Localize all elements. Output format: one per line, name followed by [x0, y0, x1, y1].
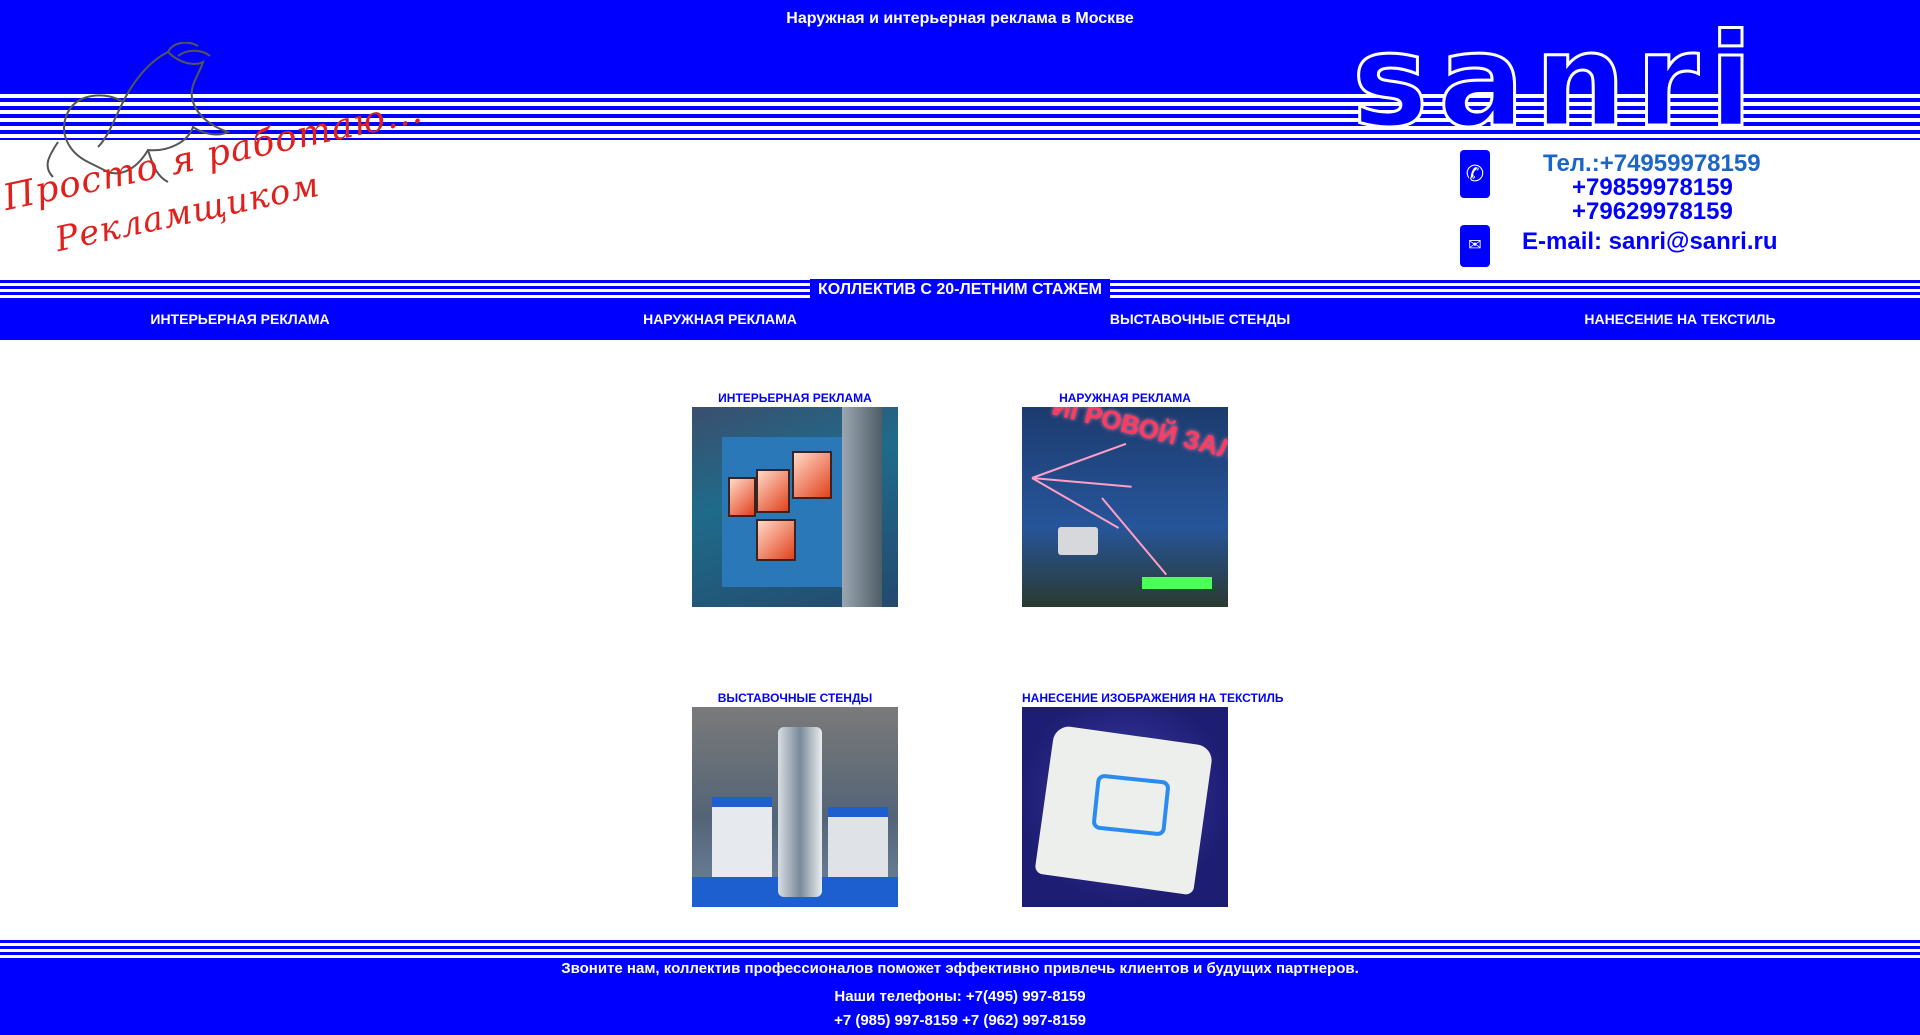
thumbnail-interior[interactable] — [692, 407, 898, 607]
thumb-panel — [728, 477, 756, 517]
nav-interior[interactable]: ИНТЕРЬЕРНАЯ РЕКЛАМА — [0, 300, 480, 340]
nav-textile[interactable]: НАНЕСЕНИЕ НА ТЕКСТИЛЬ — [1440, 300, 1920, 340]
email-link[interactable]: E-mail: sanri@sanri.ru — [1522, 228, 1777, 256]
phone-third[interactable]: +79629978159 — [1572, 198, 1733, 226]
catalog-item-interior: ИНТЕРЬЕРНАЯ РЕКЛАМА — [692, 390, 952, 607]
thumb-ray — [1101, 497, 1168, 576]
main-nav: ИНТЕРЬЕРНАЯ РЕКЛАМА НАРУЖНАЯ РЕКЛАМА ВЫС… — [0, 300, 1920, 340]
footer-stripes — [0, 940, 1920, 958]
nav-exhibition[interactable]: ВЫСТАВОЧНЫЕ СТЕНДЫ — [960, 300, 1440, 340]
thumb-column — [842, 407, 882, 607]
brand-logo[interactable]: sanri — [1351, 16, 1763, 147]
thumb-tower — [778, 727, 822, 897]
experience-badge: КОЛЛЕКТИВ С 20-ЛЕТНИМ СТАЖЕМ — [810, 279, 1110, 301]
thumb-panel — [756, 519, 796, 561]
thumb-sign-text: ИГРОВОЙ ЗАЛ — [1049, 407, 1228, 466]
thumb-panel — [792, 451, 832, 499]
phone-icon: ✆ — [1460, 150, 1490, 198]
site-footer: Звоните нам, коллектив профессионалов по… — [0, 958, 1920, 1035]
thumb-booth-left — [712, 797, 772, 887]
thumb-glow — [1142, 577, 1212, 589]
catalog-item-textile: НАНЕСЕНИЕ ИЗОБРАЖЕНИЯ НА ТЕКСТИЛЬ — [1022, 690, 1284, 907]
thumb-panel — [756, 469, 790, 513]
catalog-title-interior[interactable]: ИНТЕРЬЕРНАЯ РЕКЛАМА — [692, 390, 898, 406]
mail-icon: ✉ — [1460, 225, 1490, 267]
catalog-title-textile[interactable]: НАНЕСЕНИЕ ИЗОБРАЖЕНИЯ НА ТЕКСТИЛЬ — [1022, 690, 1284, 706]
thumb-booth-right — [828, 807, 888, 887]
footer-promo: Звоните нам, коллектив профессионалов по… — [561, 960, 1359, 977]
footer-phones-line-2: +7 (985) 997-8159 +7 (962) 997-8159 — [834, 1012, 1086, 1029]
catalog-title-outdoor[interactable]: НАРУЖНАЯ РЕКЛАМА — [1022, 390, 1228, 406]
catalog-title-exhibition[interactable]: ВЫСТАВОЧНЫЕ СТЕНДЫ — [692, 690, 898, 706]
catalog-item-outdoor: НАРУЖНАЯ РЕКЛАМА ИГРОВОЙ ЗАЛ — [1022, 390, 1282, 607]
nav-outdoor[interactable]: НАРУЖНАЯ РЕКЛАМА — [480, 300, 960, 340]
footer-phones-line-1: Наши телефоны: +7(495) 997-8159 — [834, 988, 1086, 1005]
thumb-ac-unit — [1058, 527, 1098, 555]
site-header: Наружная и интерьерная реклама в Москве … — [0, 0, 1920, 340]
thumbnail-textile[interactable] — [1022, 707, 1228, 907]
thumb-print — [1091, 773, 1171, 837]
thumbnail-exhibition[interactable] — [692, 707, 898, 907]
thumbnail-outdoor[interactable]: ИГРОВОЙ ЗАЛ — [1022, 407, 1228, 607]
catalog-item-exhibition: ВЫСТАВОЧНЫЕ СТЕНДЫ — [692, 690, 952, 907]
thumb-ray — [1031, 442, 1127, 479]
